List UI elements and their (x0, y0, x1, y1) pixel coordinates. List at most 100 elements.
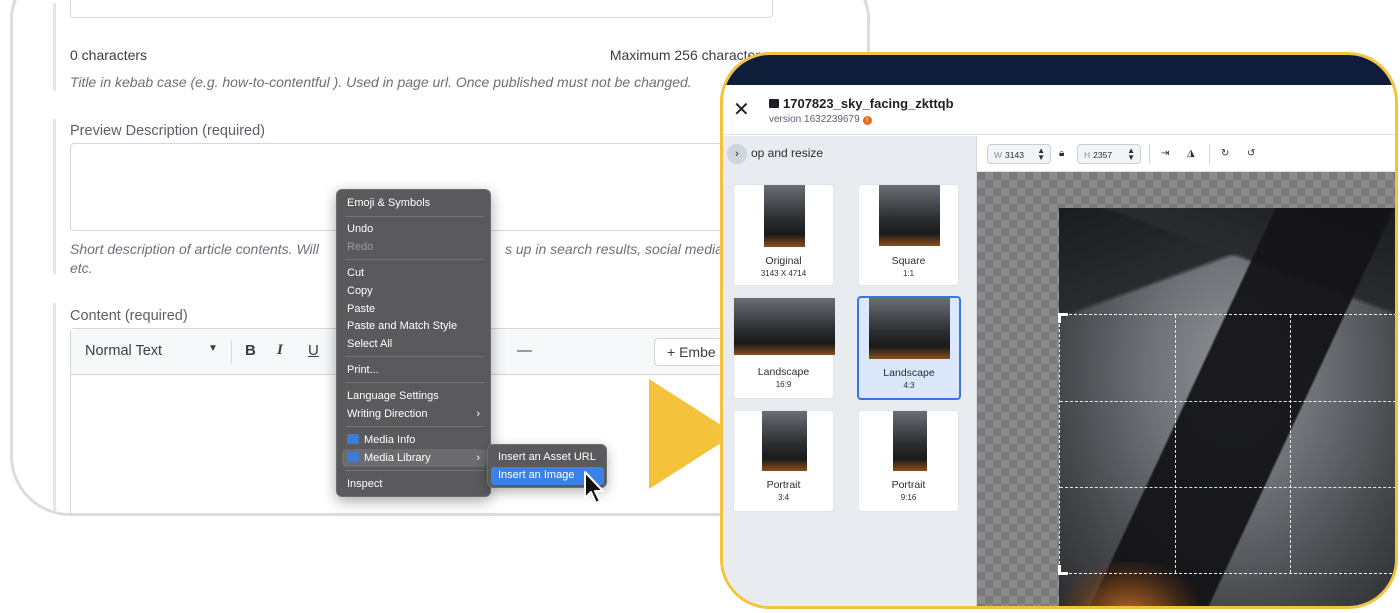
crop-option-name: Original (765, 255, 802, 267)
dialog-version: version 1632239679! (769, 114, 872, 125)
preview-help-text-right: s up in search results, social media (505, 241, 723, 257)
width-input[interactable]: W 3143 ▲ ▼ (987, 144, 1051, 164)
crop-option-ratio: 9:16 (900, 493, 917, 502)
menu-item-writing-direction[interactable]: Writing Direction (347, 408, 428, 420)
char-count: 0 characters (70, 47, 148, 63)
crop-option-portrait-3-4[interactable]: Portrait 3:4 (733, 410, 834, 512)
menu-item-undo[interactable]: Undo (347, 223, 373, 235)
menu-item-insert-image[interactable]: Insert an Image (498, 469, 574, 481)
menu-item-cut[interactable]: Cut (347, 267, 364, 279)
menu-divider (345, 426, 484, 427)
menu-item-emoji[interactable]: Emoji & Symbols (347, 197, 430, 209)
crop-grid-line (1060, 400, 1395, 402)
crop-toolbar: W 3143 ▲ ▼ 🔒︎ H 2357 ▲ ▼ ⇥ ◮ ↻ ↺ (977, 136, 1395, 172)
italic-button[interactable]: I (277, 342, 283, 359)
crop-option-name: Square (891, 255, 926, 267)
menu-item-insert-asset-url[interactable]: Insert an Asset URL (498, 451, 596, 463)
crop-selection[interactable] (1058, 313, 1395, 575)
field-indicator (53, 303, 56, 513)
menu-item-inspect[interactable]: Inspect (347, 478, 382, 490)
stepper-icon[interactable]: ▲ ▼ (1127, 147, 1135, 162)
slug-help-text: Title in kebab case (e.g. how-to-content… (70, 74, 692, 90)
dialog-title: 1707823_sky_facing_zkttqb (769, 96, 954, 111)
crop-option-name: Portrait (891, 479, 926, 491)
menu-item-copy[interactable]: Copy (347, 285, 373, 297)
crop-option-square[interactable]: Square 1:1 (858, 184, 959, 286)
crop-option-ratio: 16:9 (775, 380, 792, 389)
crop-grid-line (1175, 315, 1177, 573)
chevron-down-icon[interactable]: ▼ (208, 343, 218, 354)
toolbar-divider (231, 341, 232, 363)
crop-thumbnail (879, 185, 940, 246)
crop-thumbnail (764, 185, 805, 247)
crop-option-name: Landscape (883, 367, 935, 379)
menu-item-redo: Redo (347, 241, 374, 253)
preview-help-etc: etc. (70, 260, 93, 276)
slug-input[interactable] (70, 0, 773, 18)
crop-option-ratio: 3:4 (777, 493, 790, 502)
cloudinary-icon (347, 434, 359, 444)
field-indicator (53, 3, 56, 91)
rotate-right-icon[interactable]: ↻ (1221, 148, 1229, 159)
toolbar-divider (1209, 144, 1210, 164)
stepper-icon[interactable]: ▲ ▼ (1037, 147, 1045, 162)
crop-handle[interactable] (1058, 565, 1068, 575)
dialog-topbar (723, 55, 1395, 85)
chevron-right-icon: › (476, 452, 480, 464)
preview-help-text: Short description of article contents. W… (70, 241, 319, 257)
crop-option-ratio: 4:3 (903, 381, 915, 390)
crop-option-ratio: 3143 X 4714 (760, 269, 807, 278)
crop-option-portrait-9-16[interactable]: Portrait 9:16 (858, 410, 959, 512)
height-input[interactable]: H 2357 ▲ ▼ (1077, 144, 1141, 164)
context-menu: Emoji & Symbols Undo Redo Cut Copy Paste… (336, 189, 491, 497)
content-label: Content (required) (70, 308, 188, 324)
flip-vertical-icon[interactable]: ◮ (1187, 148, 1195, 159)
image-icon (769, 99, 779, 108)
menu-divider (345, 356, 484, 357)
crop-grid-line (1290, 315, 1292, 573)
flip-horizontal-icon[interactable]: ⇥ (1161, 148, 1169, 159)
toolbar-divider (1149, 144, 1150, 164)
horizontal-rule-button[interactable]: — (517, 342, 532, 359)
menu-divider (345, 470, 484, 471)
menu-item-paste-match-style[interactable]: Paste and Match Style (347, 320, 457, 332)
menu-item-media-library[interactable]: Media Library (347, 452, 431, 464)
underline-button[interactable]: U (308, 342, 319, 359)
menu-item-media-info[interactable]: Media Info (347, 434, 415, 446)
crop-option-landscape-4-3[interactable]: Landscape 4:3 (857, 296, 961, 400)
close-icon[interactable]: ✕ (733, 100, 750, 120)
menu-divider (345, 259, 484, 260)
crop-option-name: Landscape (757, 366, 810, 378)
crop-grid-line (1060, 486, 1395, 488)
crop-thumbnail (869, 298, 950, 359)
bold-button[interactable]: B (245, 342, 256, 359)
menu-item-language-settings[interactable]: Language Settings (347, 390, 439, 402)
field-indicator (53, 119, 56, 274)
crop-dialog: ✕ 1707823_sky_facing_zkttqb version 1632… (720, 52, 1398, 609)
menu-divider (345, 216, 484, 217)
crop-canvas[interactable] (977, 172, 1395, 606)
crop-option-original[interactable]: Original 3143 X 4714 (733, 184, 834, 286)
cloudinary-icon (347, 452, 359, 462)
crop-sidebar: › op and resize Original 3143 X 4714 Squ… (723, 136, 977, 606)
crop-thumbnail (734, 298, 835, 355)
format-select[interactable]: Normal Text (85, 343, 162, 359)
preview-description-label: Preview Description (required) (70, 123, 266, 139)
crop-option-ratio: 1:1 (902, 269, 915, 278)
sidebar-toggle-button[interactable]: › (727, 144, 747, 164)
crop-option-landscape-16-9[interactable]: Landscape 16:9 (733, 297, 835, 399)
crop-option-name: Portrait (766, 479, 801, 491)
warning-icon: ! (862, 116, 872, 125)
lock-aspect-icon[interactable]: 🔒︎ (1059, 148, 1064, 159)
mouse-cursor-icon (584, 471, 604, 504)
menu-item-select-all[interactable]: Select All (347, 338, 392, 350)
chevron-right-icon: › (476, 408, 480, 420)
menu-item-print[interactable]: Print... (347, 364, 379, 376)
menu-item-paste[interactable]: Paste (347, 303, 375, 315)
crop-thumbnail (893, 411, 927, 471)
menu-divider (345, 382, 484, 383)
crop-handle[interactable] (1058, 313, 1068, 323)
rotate-left-icon[interactable]: ↺ (1247, 148, 1255, 159)
crop-thumbnail (762, 411, 807, 471)
sidebar-title: op and resize (751, 146, 824, 160)
